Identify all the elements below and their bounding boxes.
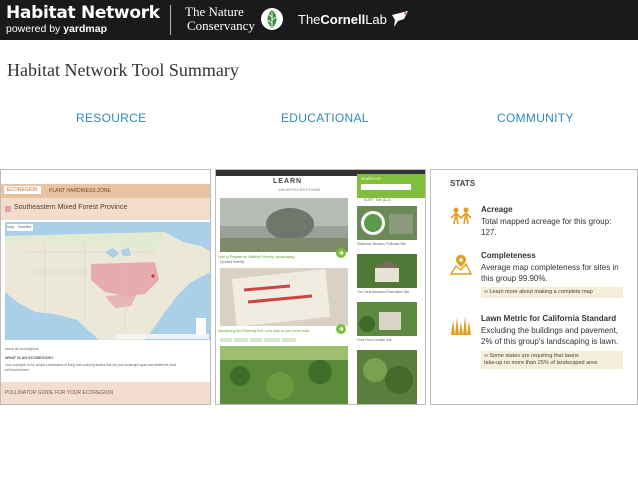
article-image-foggy-field[interactable] [220,198,348,252]
cornell-lab-text: Lab [365,12,387,27]
brand-powered-text: powered by [6,23,61,35]
cornell-name-text: Cornell [320,12,366,27]
map-button-map[interactable]: Map [7,225,15,230]
article-caption-2[interactable]: Introducing the Planning Tool: Let's pla… [218,329,309,333]
ecoregion-explanation-line-2: will flourish there. [5,368,30,372]
completeness-learn-more-link[interactable]: ∞ Learn more about making a complete map [481,287,623,298]
lawn-info-link[interactable]: ∞ Some states are requiring that lawns t… [481,351,623,369]
article-caption-1[interactable]: How to Prepare for Wildfire-Friendly Lan… [218,255,294,259]
link-icon: ∞ [484,289,488,295]
arrow-icon[interactable] [336,324,346,334]
ecoregion-tab-bar: ECOREGION PLANT HARDINESS ZONE [1,184,210,198]
cornell-the-text: The [298,12,321,27]
sort-select[interactable]: SORT: Title (A-Z) [364,198,391,202]
section-label-educational: EDUCATIONAL [281,111,369,125]
ecoregion-explanation-line-1: Your ecoregion is the unique combination… [5,363,177,367]
brand-title: Habitat Network [6,3,160,23]
thumbnail-image-1[interactable] [357,206,417,240]
stat-completeness-desc-2: this group 99.90%. [481,274,548,283]
ecoregion-banner: Southeastern Mixed Forest Province [1,198,210,220]
link-icon: ∞ [484,353,488,359]
bird-icon [392,11,408,27]
stat-lawn-desc-1: Excluding the buildings and pavement, [481,326,618,335]
thumbnail-caption-2[interactable]: The Great Backyard Restoration Site [357,290,409,294]
ecoregion-map[interactable] [5,222,211,340]
thumbnail-image-2[interactable] [357,254,417,288]
stat-completeness-desc-1: Average map completeness for sites in [481,263,619,272]
search-input[interactable] [361,184,411,190]
people-icon [450,207,472,225]
map-pin-icon [450,255,472,275]
show-all-ecoregions-checkbox[interactable]: show all ecoregions [5,347,38,352]
completeness-link-text: Learn more about making a complete map [489,289,593,295]
top-header: Habitat Network powered by yardmap The N… [0,0,638,40]
habitat-network-logo[interactable]: Habitat Network powered by yardmap [6,3,164,37]
search-label: SEARCH BY [361,177,382,181]
article-tags [220,338,296,342]
section-label-community: COMMUNITY [497,111,574,125]
arrow-icon[interactable] [336,248,346,258]
stat-acreage-name: Acreage [481,205,513,214]
leaf-icon [261,8,283,30]
stat-completeness-name: Completeness [481,251,536,260]
articles-count: 105 ARTICLES FOUND [278,187,321,192]
ecoregion-name: Southeastern Mixed Forest Province [14,204,128,211]
page-title: Habitat Network Tool Summary [7,60,239,80]
stat-acreage-desc-1: Total mapped acreage for this group: [481,217,612,226]
tab-plant-hardiness[interactable]: PLANT HARDINESS ZONE [49,187,111,195]
stat-acreage-desc-2: 127. [481,228,497,237]
article-image-notebook[interactable] [220,268,348,326]
map-button-satellite[interactable]: Satellite [18,225,32,230]
cornell-lab-logo[interactable]: TheCornellLab [298,12,387,28]
article-image-garden[interactable] [220,346,348,404]
community-screenshot-panel: STATS Acreage Total mapped acreage for t… [430,169,638,405]
learn-heading: LEARN [273,178,303,185]
thumbnail-caption-1[interactable]: Wildflower Meadow, Pollinator Site [357,242,406,246]
grass-icon [451,316,471,335]
brand-subtitle: powered by yardmap [6,23,164,35]
thumbnail-caption-3[interactable]: Front Porch Garden Site [357,338,392,342]
thumbnail-image-3[interactable] [357,302,417,336]
pollinator-guide-label: POLLINATOR GUIDE FOR YOUR ECOREGION [5,390,114,396]
ecoregion-question-heading: WHAT IS AN ECOREGION? [5,356,54,360]
brand-yardmap-text: yardmap [63,23,107,35]
stat-lawn-name: Lawn Metric for California Standard [481,314,617,323]
section-label-resource: RESOURCE [76,111,147,125]
resource-screenshot-panel: ECOREGION PLANT HARDINESS ZONE Southeast… [0,169,211,405]
lawn-link-text-2: take-up no more than 25% of landscaped a… [484,360,598,366]
pollinator-guide-bar[interactable]: POLLINATOR GUIDE FOR YOUR ECOREGION [1,382,210,404]
article-meta-1: Updated recently [220,260,245,264]
header-divider [170,5,171,35]
lawn-link-text-1: Some states are requiring that lawns [489,353,579,359]
tab-ecoregion[interactable]: ECOREGION [4,186,41,194]
thumbnail-image-4[interactable] [357,350,417,404]
stat-lawn-desc-2: 2% of this group's landscaping is lawn. [481,337,619,346]
ecoregion-color-swatch [5,206,11,212]
educational-screenshot-panel: LEARN 105 ARTICLES FOUND SEARCH BY SORT:… [215,169,426,405]
stats-heading: STATS [450,179,476,188]
